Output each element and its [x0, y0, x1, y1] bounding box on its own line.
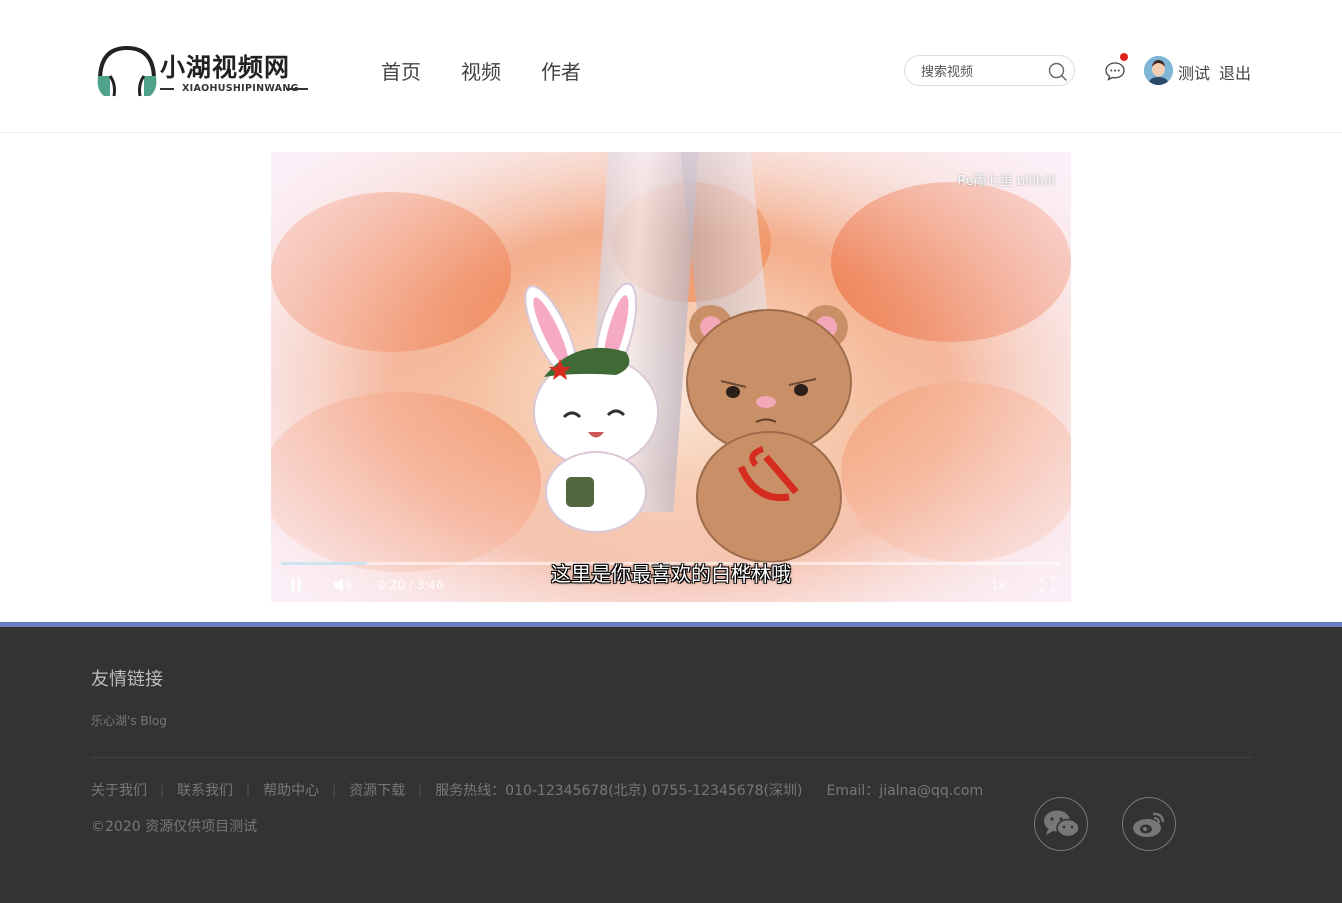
- site-logo[interactable]: 小湖视频网 XIAOHUSHIPINWANG: [94, 40, 314, 100]
- nav-videos[interactable]: 视频: [461, 56, 501, 85]
- footer-divider: [91, 757, 1251, 758]
- footer-link-downloads[interactable]: 资源下载: [349, 780, 405, 800]
- logout-link[interactable]: 退出: [1219, 60, 1251, 84]
- copyright: ©2020 资源仅供项目测试: [91, 819, 258, 835]
- player-controls: 0:20 / 3:46 1x: [271, 572, 1071, 602]
- contact-email: Email：jialna@qq.com: [826, 783, 984, 799]
- site-header: 小湖视频网 XIAOHUSHIPINWANG 首页 视频 作者 测试 退出: [0, 0, 1342, 133]
- video-watermark: Re雨七里 bilibili: [957, 174, 1055, 189]
- service-hotline: 服务热线：010-12345678(北京) 0755-12345678(深圳): [435, 783, 803, 799]
- search-box: [904, 55, 1075, 86]
- user-avatar-icon: [1144, 56, 1173, 85]
- footer-links: 关于我们 | 联系我们 | 帮助中心 | 资源下载 | 服务热线：010-123…: [91, 780, 983, 800]
- search-icon[interactable]: [1048, 62, 1068, 82]
- friend-link[interactable]: 乐心湖's Blog: [91, 712, 167, 729]
- friend-links-title: 友情链接: [91, 669, 163, 690]
- avatar[interactable]: [1144, 56, 1173, 85]
- logo-divider: [160, 88, 174, 90]
- main-nav: 首页 视频 作者: [381, 56, 581, 85]
- weibo-button[interactable]: [1122, 797, 1176, 851]
- wechat-icon: [1044, 810, 1080, 838]
- weibo-icon: [1133, 812, 1165, 837]
- logo-divider: [286, 88, 308, 90]
- video-player[interactable]: Re雨七里 bilibili 这里是你最喜欢的白桦林哦 0:20 / 3:46 …: [271, 152, 1071, 602]
- footer-link-help[interactable]: 帮助中心: [263, 780, 319, 800]
- footer-link-contact[interactable]: 联系我们: [177, 780, 233, 800]
- separator: |: [246, 783, 251, 797]
- pause-icon[interactable]: [289, 578, 303, 592]
- separator: |: [160, 783, 165, 797]
- logo-subtitle: XIAOHUSHIPINWANG: [182, 83, 299, 94]
- bear-character: [686, 305, 852, 563]
- volume-icon[interactable]: [333, 577, 353, 593]
- site-footer: 友情链接 乐心湖's Blog 关于我们 | 联系我们 | 帮助中心 | 资源下…: [0, 622, 1342, 903]
- message-icon[interactable]: [1104, 60, 1126, 82]
- username-link[interactable]: 测试: [1178, 60, 1210, 84]
- notification-dot: [1120, 53, 1128, 61]
- speed-button[interactable]: 1x: [991, 578, 1006, 592]
- nav-home[interactable]: 首页: [381, 56, 421, 85]
- headphones-icon: [97, 45, 157, 97]
- time-display: 0:20 / 3:46: [378, 578, 444, 592]
- fullscreen-icon[interactable]: [1040, 577, 1055, 592]
- wechat-button[interactable]: [1034, 797, 1088, 851]
- nav-authors[interactable]: 作者: [541, 56, 581, 85]
- separator: |: [332, 783, 337, 797]
- separator: |: [418, 783, 423, 797]
- search-input[interactable]: [919, 62, 1043, 82]
- logo-text: 小湖视频网: [160, 53, 291, 82]
- footer-link-about[interactable]: 关于我们: [91, 780, 147, 800]
